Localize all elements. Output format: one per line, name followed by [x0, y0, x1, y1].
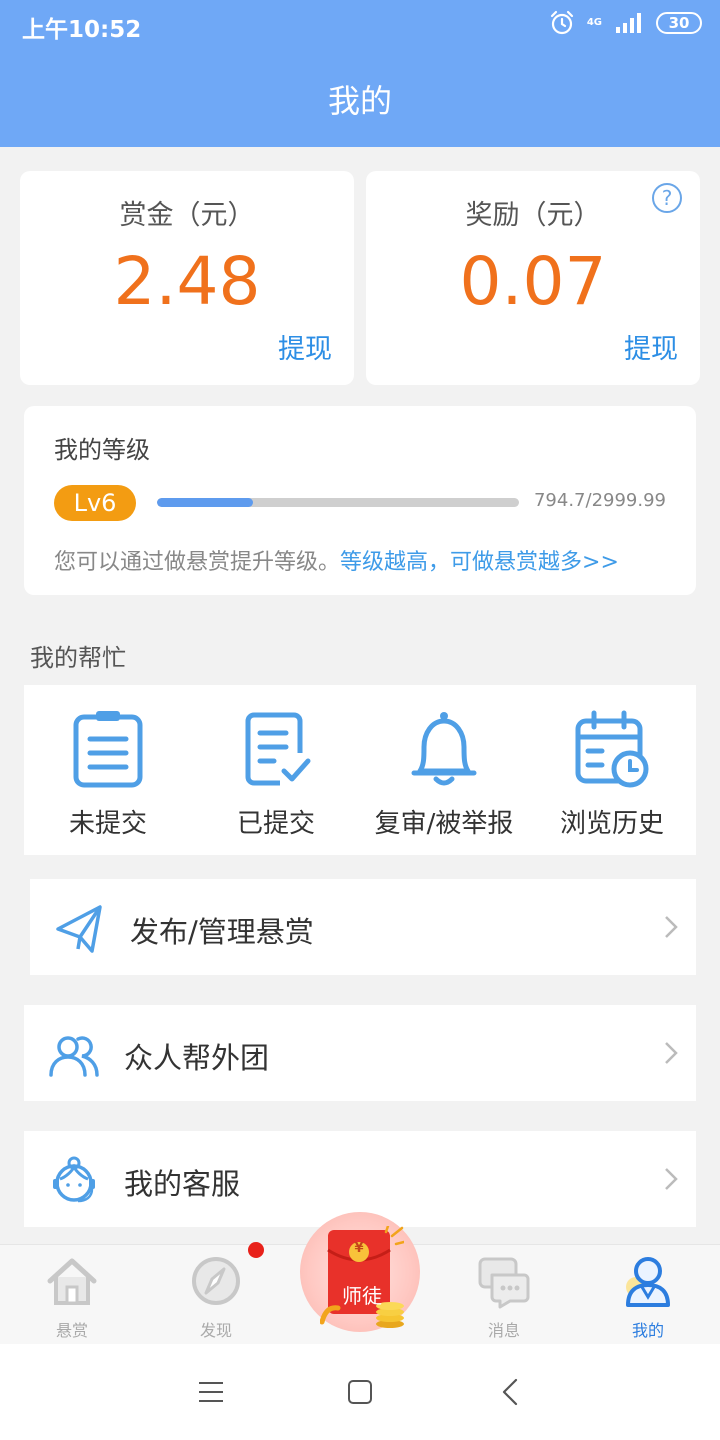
grid-label: 已提交: [236, 809, 315, 839]
home-icon: [47, 1258, 97, 1305]
customer-service-icon: [53, 1156, 95, 1203]
back-icon[interactable]: [494, 1374, 530, 1410]
level-progress-bar: [157, 498, 519, 507]
grid-label: 复审/被举报: [374, 809, 514, 839]
battery-indicator: 30: [656, 12, 702, 34]
level-title: 我的等级: [54, 436, 150, 464]
grid-item-unsubmitted[interactable]: 未提交: [24, 685, 192, 855]
menu-row-label: 发布/管理悬赏: [130, 915, 314, 949]
alarm-icon: [550, 10, 573, 35]
menu-row-label: 我的客服: [124, 1167, 241, 1201]
mentor-label: 师徒: [342, 1284, 382, 1308]
profile-icon: [626, 1257, 670, 1307]
clipboard-icon: [73, 711, 143, 788]
network-type: 4G: [586, 17, 602, 28]
compass-icon: [192, 1257, 240, 1305]
status-icons: 4G 30: [549, 10, 702, 36]
tab-mine[interactable]: 我的: [598, 1245, 698, 1345]
reward-value: 0.07: [459, 243, 607, 320]
home-square-icon[interactable]: [342, 1374, 378, 1410]
level-tip: 您可以通过做悬赏提升等级。等级越高，可做悬赏越多>>: [54, 544, 619, 576]
yuan-symbol: ¥: [354, 1241, 364, 1256]
tab-label: 发现: [199, 1321, 232, 1340]
my-help-title: 我的帮忙: [30, 644, 126, 672]
tab-label: 消息: [487, 1321, 520, 1340]
level-tip-text: 您可以通过做悬赏提升等级。: [54, 550, 341, 575]
bounty-withdraw-button[interactable]: 提现: [278, 327, 332, 366]
page-title: 我的: [327, 82, 392, 120]
header: 上午10:52 4G 30 我的: [0, 0, 720, 147]
chevron-right-icon: [665, 916, 678, 938]
chat-icon: [478, 1257, 530, 1309]
tab-discover[interactable]: 发现: [166, 1245, 266, 1345]
chevron-right-icon: [665, 1168, 678, 1190]
tab-bounty[interactable]: 悬赏: [22, 1245, 122, 1345]
menu-row-label: 众人帮外团: [124, 1041, 270, 1075]
paper-plane-icon: [56, 905, 102, 953]
level-badge: Lv6: [54, 485, 136, 521]
grid-item-history[interactable]: 浏览历史: [528, 685, 696, 855]
level-card[interactable]: 我的等级 Lv6 794.7/2999.99 您可以通过做悬赏提升等级。等级越高…: [24, 406, 696, 595]
level-progress-fill: [157, 498, 253, 507]
level-tip-link[interactable]: 等级越高，可做悬赏越多>>: [340, 550, 619, 575]
bounty-value: 2.48: [113, 243, 261, 320]
tab-label: 悬赏: [55, 1321, 88, 1340]
reward-label: 奖励（元）: [465, 200, 601, 231]
tab-label: 我的: [631, 1321, 664, 1340]
signal-icon: [616, 13, 641, 33]
bounty-label: 赏金（元）: [119, 200, 255, 231]
grid-label: 浏览历史: [559, 809, 664, 839]
menu-row-team[interactable]: 众人帮外团: [24, 1005, 696, 1101]
users-icon: [49, 1036, 99, 1077]
grid-item-review[interactable]: 复审/被举报: [360, 685, 528, 855]
battery-level: 30: [668, 14, 690, 32]
system-nav-bar: [0, 1344, 720, 1440]
chevron-right-icon: [665, 1042, 678, 1064]
grid-item-submitted[interactable]: 已提交: [192, 685, 360, 855]
bell-icon: [411, 712, 477, 786]
my-help-grid: 未提交 已提交 复审/被举报 浏览历史: [24, 685, 696, 855]
menu-icon[interactable]: [193, 1374, 229, 1410]
reward-card: ? 奖励（元） 0.07 提现: [366, 171, 700, 385]
tab-messages[interactable]: 消息: [454, 1245, 554, 1345]
bounty-card: 赏金（元） 2.48 提现: [20, 171, 354, 385]
level-progress-text: 794.7/2999.99: [533, 490, 666, 511]
status-time: 上午10:52: [22, 17, 142, 43]
notification-dot: [248, 1242, 264, 1258]
menu-row-publish[interactable]: 发布/管理悬赏: [30, 879, 696, 975]
grid-label: 未提交: [68, 809, 147, 839]
checked-doc-icon: [245, 712, 311, 786]
reward-withdraw-button[interactable]: 提现: [624, 327, 678, 366]
calendar-clock-icon: [575, 710, 649, 788]
